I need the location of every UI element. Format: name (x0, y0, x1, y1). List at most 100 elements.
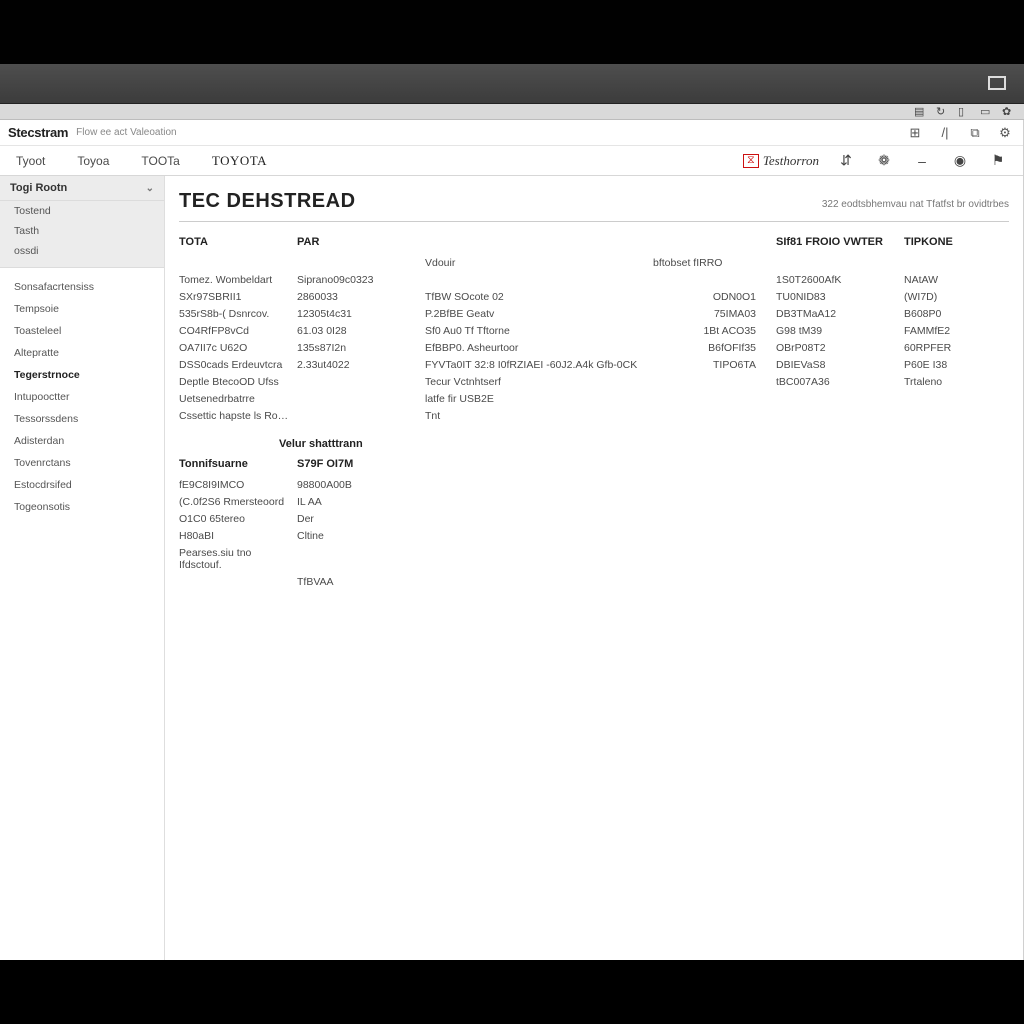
sidebar-item[interactable]: Altepratte (0, 342, 164, 364)
table-cell (297, 544, 417, 573)
logo-mark-icon: ⧖ (743, 154, 759, 168)
table-cell: TU0NID83 (776, 288, 896, 305)
table-cell: TfBVAA (297, 573, 417, 590)
brand-subtitle: Flow ee act Valeoation (76, 127, 176, 138)
table-cell: NAtAW (904, 271, 1004, 288)
sidebar-item[interactable]: Adisterdan (0, 430, 164, 452)
brand-bar: Stecstram Flow ee act Valeoation ⊞ /| ⧉ … (0, 120, 1023, 146)
col-header (653, 234, 768, 254)
table-cell (653, 407, 768, 424)
data-table-2: TonnifsuarneS79F OI7MfE9C8I9IMCO98800A00… (179, 456, 1009, 590)
secondary-logo-text: Testhorron (763, 153, 819, 169)
table-cell: H80aBI (179, 527, 289, 544)
toggle-icon[interactable]: ⊞ (905, 124, 925, 142)
sidebar-group-1: Tostend Tasth ossdi (0, 201, 164, 268)
globe-icon[interactable]: ◉ (951, 152, 969, 170)
table-cell: Tomez. Wombeldart (179, 271, 289, 288)
tab-1[interactable]: Toyoa (61, 146, 125, 175)
sidebar-item[interactable]: Sonsafacrtensiss (0, 276, 164, 298)
col-header: Tonnifsuarne (179, 456, 289, 476)
box-icon[interactable]: ⧉ (965, 124, 985, 142)
col-header: SIf81 FROIO VWTER (776, 234, 896, 254)
table-cell: Cssettic hapste ls Roonr in entey onerct… (179, 407, 289, 424)
table-cell: CO4RfFP8vCd (179, 322, 289, 339)
gear-mini-icon[interactable]: ✿ (1002, 105, 1016, 117)
table-cell: (C.0f2S6 Rmersteoord (179, 493, 289, 510)
tab-0[interactable]: Tyoot (0, 146, 61, 175)
table-cell: 1Bt ACO35 (653, 322, 768, 339)
sidebar-item[interactable]: Tempsoie (0, 298, 164, 320)
chevron-down-icon: ⌄ (146, 183, 154, 194)
table-cell: 98800A00B (297, 476, 417, 493)
table-cell: DBIEVaS8 (776, 356, 896, 373)
table-cell: Pearses.siu tno Ifdsctouf. (179, 544, 289, 573)
sidebar-item[interactable]: Intupooctter (0, 386, 164, 408)
sidebar-header-label: Togi Rootn (10, 182, 67, 194)
sidebar-item[interactable]: Tovenrctans (0, 452, 164, 474)
table-cell (653, 390, 768, 407)
table-cell: P.2BfBE Geatv (425, 305, 645, 322)
doc-icon[interactable]: ▭ (980, 105, 994, 117)
sidebar-item[interactable]: Tostend (0, 201, 164, 221)
table-cell (297, 373, 417, 390)
table-cell (653, 271, 768, 288)
table-cell: 2860033 (297, 288, 417, 305)
data-table: TOTAPARSIf81 FROIO VWTERTIPKONEVdouirbft… (179, 234, 1009, 424)
table-cell: B608P0 (904, 305, 1004, 322)
sidebar: Togi Rootn ⌄ Tostend Tasth ossdi Sonsafa… (0, 176, 165, 960)
table-cell: OA7II7c U62O (179, 339, 289, 356)
browser-toolbar: ▤ ↻ ▯ ▭ ✿ (0, 104, 1024, 120)
sidebar-item[interactable]: ossdi (0, 241, 164, 261)
table-cell: Tnt (425, 407, 645, 424)
gear-icon[interactable]: ❁ (875, 152, 893, 170)
table-cell: IL AA (297, 493, 417, 510)
table-cell: 1S0T2600AfK (776, 271, 896, 288)
table-cell: 12305t4c31 (297, 305, 417, 322)
sidebar-item[interactable]: Tegerstrnoce (0, 364, 164, 386)
table-cell: DB3TMaA12 (776, 305, 896, 322)
table-cell: FYVTa0IT 32:8 I0fRZIAEI -60J2.A4k Gfb-0C… (425, 356, 645, 373)
page-title-row: TEC DEHSTREAD 322 eodtsbhemvau nat Tfatf… (179, 190, 1009, 222)
table-cell: FAMMfE2 (904, 322, 1004, 339)
col-header (425, 234, 645, 254)
sidebar-item[interactable]: Tessorssdens (0, 408, 164, 430)
table-cell (425, 271, 645, 288)
section-subhead: Velur shatttrann (279, 438, 1009, 450)
table-cell: OBrP08T2 (776, 339, 896, 356)
page-meta: 322 eodtsbhemvau nat Tfatfst br ovidtrbe… (822, 199, 1009, 210)
page-icon[interactable]: ▤ (914, 105, 928, 117)
table-cell: P60E I38 (904, 356, 1004, 373)
sidebar-item[interactable]: Togeonsotis (0, 496, 164, 518)
os-top-band (0, 0, 1024, 64)
sidebar-item[interactable]: Toasteleel (0, 320, 164, 342)
sidebar-item[interactable]: Tasth (0, 221, 164, 241)
tab-2[interactable]: TOOTa (125, 146, 195, 175)
col-header: TIPKONE (904, 234, 1004, 254)
dash-icon[interactable]: – (913, 152, 931, 170)
window-maximize-icon[interactable] (988, 76, 1006, 90)
table-cell: bftobset fIRRO (653, 254, 768, 271)
table-cell: Tecur Vctnhtserf (425, 373, 645, 390)
table-cell: (WI7D) (904, 288, 1004, 305)
flag-icon[interactable]: ⚑ (989, 152, 1007, 170)
chart-icon[interactable]: ⇵ (837, 152, 855, 170)
sidebar-header[interactable]: Togi Rootn ⌄ (0, 176, 164, 201)
table-cell (904, 390, 1004, 407)
table-cell: latfe fir USB2E (425, 390, 645, 407)
os-bottom-band (0, 960, 1024, 1024)
vert-icon[interactable]: ▯ (958, 105, 972, 117)
table-cell: 75IMA03 (653, 305, 768, 322)
sidebar-group-2: SonsafacrtensissTempsoieToasteleelAltepr… (0, 268, 164, 518)
sidebar-item[interactable]: Estocdrsifed (0, 474, 164, 496)
slash-icon[interactable]: /| (935, 124, 955, 142)
table-cell (776, 390, 896, 407)
tab-3[interactable]: TOYOTA (196, 146, 283, 175)
table-cell: fE9C8I9IMCO (179, 476, 289, 493)
settings-icon[interactable]: ⚙ (995, 124, 1015, 142)
reload-icon[interactable]: ↻ (936, 105, 950, 117)
col-header: TOTA (179, 234, 289, 254)
table-cell: G98 tM39 (776, 322, 896, 339)
table-cell: Deptle BtecoOD Ufss (179, 373, 289, 390)
table-cell (904, 407, 1004, 424)
table-cell: O1C0 65tereo (179, 510, 289, 527)
